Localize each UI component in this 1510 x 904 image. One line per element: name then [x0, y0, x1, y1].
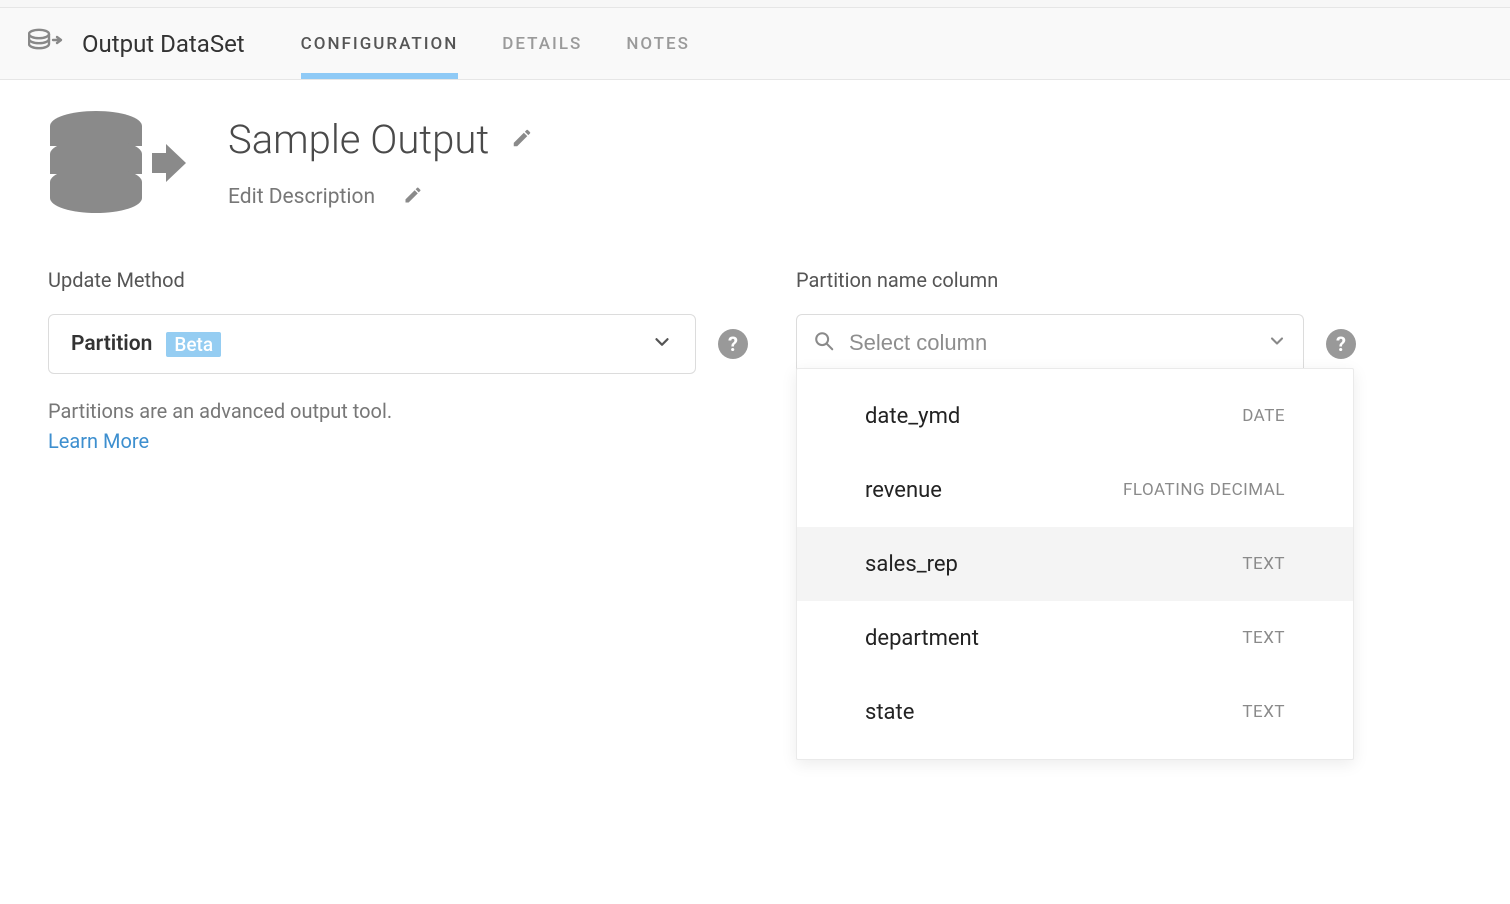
partition-column-dropdown: date_ymd DATE revenue FLOATING DECIMAL s… [796, 368, 1354, 760]
edit-title-icon[interactable] [511, 127, 533, 153]
partition-column-input[interactable] [849, 330, 1253, 356]
dataset-title-row: Sample Output Edit Description [48, 110, 1462, 220]
partition-column-combobox[interactable] [796, 314, 1304, 374]
tabs: CONFIGURATION DETAILS NOTES [301, 8, 690, 79]
option-type: TEXT [1242, 554, 1285, 574]
dropdown-option-date-ymd[interactable]: date_ymd DATE [797, 379, 1353, 453]
description-line: Edit Description [228, 185, 533, 209]
main-content: Sample Output Edit Description Update Me… [0, 80, 1510, 486]
header-bar: Output DataSet CONFIGURATION DETAILS NOT… [0, 8, 1510, 80]
title-line: Sample Output [228, 116, 533, 163]
tab-notes[interactable]: NOTES [626, 8, 690, 79]
title-block: Sample Output Edit Description [228, 110, 533, 209]
option-name: date_ymd [865, 404, 960, 429]
option-name: department [865, 626, 979, 651]
partition-column-help-icon[interactable]: ? [1326, 329, 1356, 359]
option-name: sales_rep [865, 552, 958, 577]
option-name: state [865, 700, 914, 725]
tab-details[interactable]: DETAILS [502, 8, 582, 79]
update-method-value: Partition [71, 332, 152, 356]
dropdown-option-revenue[interactable]: revenue FLOATING DECIMAL [797, 453, 1353, 527]
dataset-title: Sample Output [228, 116, 489, 163]
learn-more-link[interactable]: Learn More [48, 429, 149, 453]
option-type: TEXT [1242, 702, 1285, 722]
update-method-select[interactable]: Partition Beta [48, 314, 696, 374]
search-icon [813, 330, 835, 356]
update-method-help-icon[interactable]: ? [718, 329, 748, 359]
description-placeholder[interactable]: Edit Description [228, 185, 375, 209]
update-method-control-row: Partition Beta ? [48, 314, 748, 374]
chevron-down-icon [1267, 331, 1287, 355]
partition-column-label: Partition name column [796, 268, 1356, 292]
dropdown-option-department[interactable]: department TEXT [797, 601, 1353, 675]
header-left: Output DataSet [28, 28, 245, 60]
chevron-down-icon [651, 331, 673, 357]
option-type: DATE [1242, 406, 1285, 426]
update-method-label: Update Method [48, 268, 748, 292]
dropdown-option-sales-rep[interactable]: sales_rep TEXT [797, 527, 1353, 601]
database-output-large-icon [48, 110, 188, 220]
database-output-icon [28, 28, 64, 60]
tab-configuration[interactable]: CONFIGURATION [301, 8, 459, 79]
partition-column-control-row: ? [796, 314, 1356, 374]
partition-column-section: Partition name column ? date_ymd DATE [796, 268, 1356, 456]
option-type: FLOATING DECIMAL [1123, 480, 1285, 500]
option-type: TEXT [1242, 628, 1285, 648]
helper-text: Partitions are an advanced output tool. [48, 399, 392, 423]
option-name: revenue [865, 478, 942, 503]
beta-badge: Beta [166, 332, 221, 357]
update-method-helper: Partitions are an advanced output tool. … [48, 396, 748, 456]
update-method-column: Update Method Partition Beta ? Partition… [48, 268, 748, 456]
dropdown-option-state[interactable]: state TEXT [797, 675, 1353, 749]
form-row: Update Method Partition Beta ? Partition… [48, 268, 1462, 456]
edit-description-icon[interactable] [403, 185, 423, 209]
header-title: Output DataSet [82, 30, 245, 58]
window-top-strip [0, 0, 1510, 8]
